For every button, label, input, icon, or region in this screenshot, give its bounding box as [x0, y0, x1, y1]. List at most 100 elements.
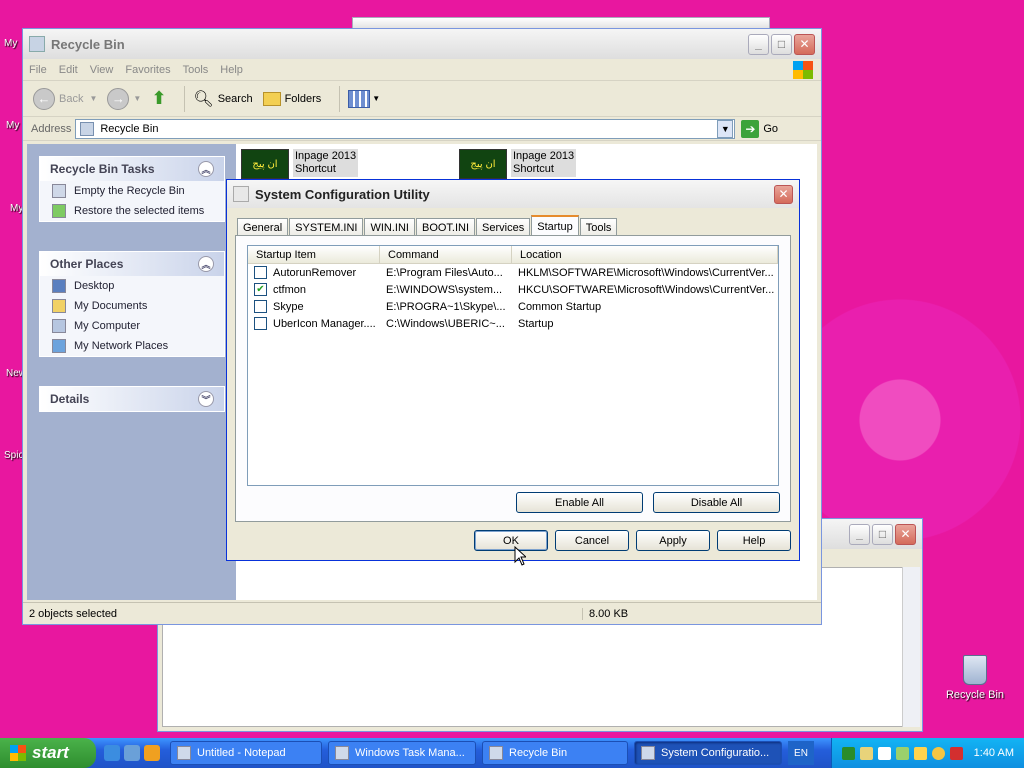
ok-button[interactable]: OK — [474, 530, 548, 551]
tab-services[interactable]: Services — [476, 218, 531, 236]
startup-list[interactable]: Startup Item Command Location AutorunRem… — [247, 245, 779, 486]
dialog-title: System Configuration Utility — [255, 186, 430, 202]
menu-file[interactable]: File — [29, 64, 47, 76]
desktop-link[interactable]: Desktop — [40, 276, 224, 296]
startup-row[interactable]: AutorunRemover E:\Program Files\Auto... HK… — [248, 264, 778, 281]
column-location[interactable]: Location — [512, 246, 778, 263]
taskbar-item-notepad[interactable]: Untitled - Notepad — [170, 741, 322, 765]
desktop-recycle-bin[interactable]: Recycle Bin — [940, 655, 1010, 701]
tab-system-ini[interactable]: SYSTEM.INI — [289, 218, 364, 236]
startup-checkbox[interactable] — [254, 266, 267, 279]
search-button[interactable]: 🔍︎ Search — [193, 89, 252, 109]
back-label: Back — [59, 92, 84, 105]
maximize-button[interactable]: □ — [872, 523, 893, 545]
startup-row[interactable]: Skype E:\PROGRA~1\Skype\... Common Startup — [248, 298, 778, 315]
column-command[interactable]: Command — [380, 246, 512, 263]
expand-icon[interactable]: ︾ — [198, 391, 214, 407]
details-header[interactable]: Details ︾ — [40, 387, 224, 411]
folders-button[interactable]: Folders — [262, 91, 321, 106]
network-icon — [52, 339, 66, 353]
tray-icon[interactable] — [913, 746, 927, 760]
startup-row[interactable]: UberIcon Manager.... C:\Windows\UBERIC~..… — [248, 315, 778, 332]
notepad-icon — [177, 746, 191, 760]
my-computer-link[interactable]: My Computer — [40, 316, 224, 336]
maximize-button[interactable]: □ — [771, 33, 792, 55]
minimize-button[interactable]: _ — [849, 523, 870, 545]
tray-icon[interactable] — [859, 746, 873, 760]
task-label: Recycle Bin — [509, 747, 568, 759]
close-button[interactable]: ✕ — [895, 523, 916, 545]
column-startup-item[interactable]: Startup Item — [248, 246, 380, 263]
sysconfig-titlebar[interactable]: System Configuration Utility ✕ — [227, 180, 799, 208]
startup-checkbox[interactable] — [254, 300, 267, 313]
startup-row[interactable]: ✔ ctfmon E:\WINDOWS\system... HKCU\SOFTWARE… — [248, 281, 778, 298]
tray-icon[interactable] — [931, 746, 945, 760]
cancel-button[interactable]: Cancel — [555, 530, 629, 551]
recycle-bin-titlebar[interactable]: Recycle Bin _ □ ✕ — [23, 29, 821, 59]
other-places-header[interactable]: Other Places ︽ — [40, 252, 224, 276]
up-folder-button[interactable]: ⬆ — [151, 88, 166, 109]
disable-all-button[interactable]: Disable All — [653, 492, 780, 513]
search-label: Search — [217, 92, 253, 105]
close-button[interactable]: ✕ — [774, 184, 793, 204]
internet-explorer-icon[interactable] — [104, 745, 120, 761]
start-button[interactable]: start — [0, 738, 96, 768]
tab-tools[interactable]: Tools — [579, 218, 618, 236]
address-input[interactable]: Recycle Bin — [75, 118, 736, 139]
my-documents-link[interactable]: My Documents — [40, 296, 224, 316]
file-item[interactable]: ان پیج Inpage 2013 Shortcut — [459, 149, 577, 179]
forward-button[interactable]: → ▼ — [107, 87, 141, 110]
inpage-shortcut-icon: ان پیج — [459, 149, 507, 179]
my-network-places-link[interactable]: My Network Places — [40, 336, 224, 356]
collapse-icon[interactable]: ︽ — [198, 161, 214, 177]
show-desktop-icon[interactable] — [124, 745, 140, 761]
go-arrow-icon: ➔ — [741, 119, 760, 138]
language-indicator[interactable]: EN — [788, 741, 814, 765]
desktop-label-1[interactable]: My — [4, 38, 17, 49]
taskbar-item-system-configuration[interactable]: System Configuratio... — [634, 741, 782, 765]
tab-win-ini[interactable]: WIN.INI — [364, 218, 415, 236]
collapse-icon[interactable]: ︽ — [198, 256, 214, 272]
system-configuration-dialog[interactable]: System Configuration Utility ✕ General S… — [226, 179, 800, 561]
apply-button[interactable]: Apply — [636, 530, 710, 551]
restore-items-link[interactable]: Restore the selected items — [40, 201, 224, 221]
media-player-icon[interactable] — [144, 745, 160, 761]
views-button[interactable]: ▼ — [348, 89, 380, 108]
window-title: Recycle Bin — [51, 36, 125, 52]
menu-tools[interactable]: Tools — [183, 64, 209, 76]
minimize-button[interactable]: _ — [748, 33, 769, 55]
tray-icon[interactable] — [841, 746, 855, 760]
go-button[interactable]: ➔ Go — [741, 119, 779, 138]
recycle-bin-tasks-header[interactable]: Recycle Bin Tasks ︽ — [40, 157, 224, 181]
menu-view[interactable]: View — [90, 64, 114, 76]
desktop-label-2[interactable]: My — [6, 120, 19, 131]
vertical-scrollbar[interactable] — [902, 567, 920, 727]
task-label: System Configuratio... — [661, 747, 770, 759]
menu-edit[interactable]: Edit — [59, 64, 78, 76]
mouse-cursor-icon — [514, 546, 526, 566]
menu-favorites[interactable]: Favorites — [125, 64, 170, 76]
menu-help[interactable]: Help — [220, 64, 243, 76]
go-label: Go — [763, 122, 779, 135]
help-button[interactable]: Help — [717, 530, 791, 551]
tab-startup[interactable]: Startup — [531, 215, 579, 236]
startup-checkbox[interactable]: ✔ — [254, 283, 267, 296]
tray-icon[interactable] — [895, 746, 909, 760]
address-dropdown-button[interactable]: ▼ — [717, 119, 734, 138]
status-bar: 2 objects selected 8.00 KB — [23, 602, 821, 624]
back-button[interactable]: ← Back ▼ — [33, 87, 97, 110]
startup-checkbox[interactable] — [254, 317, 267, 330]
close-button[interactable]: ✕ — [794, 33, 815, 55]
clock[interactable]: 1:40 AM — [974, 747, 1014, 759]
startup-item-name: UberIcon Manager.... — [273, 317, 376, 330]
desktop-label-5[interactable]: Spic — [4, 450, 23, 461]
tab-general[interactable]: General — [237, 218, 289, 236]
taskbar-item-task-manager[interactable]: Windows Task Mana... — [328, 741, 476, 765]
taskbar-item-recycle-bin[interactable]: Recycle Bin — [482, 741, 628, 765]
empty-recycle-bin-link[interactable]: Empty the Recycle Bin — [40, 181, 224, 201]
tray-icon[interactable] — [877, 746, 891, 760]
file-item[interactable]: ان پیج Inpage 2013 Shortcut — [241, 149, 359, 179]
tab-boot-ini[interactable]: BOOT.INI — [415, 218, 476, 236]
enable-all-button[interactable]: Enable All — [516, 492, 643, 513]
security-shield-icon[interactable] — [949, 746, 963, 760]
